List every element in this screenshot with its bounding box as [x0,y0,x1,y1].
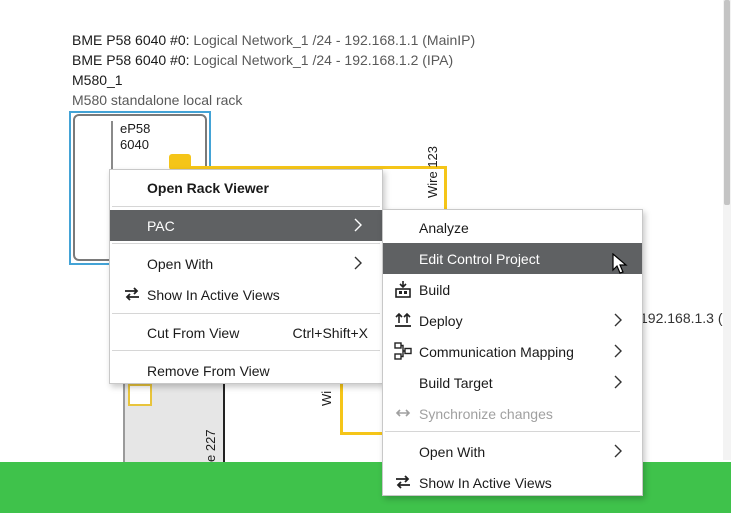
chevron-right-icon [614,313,622,327]
submenu-item-open-with[interactable]: Open With [383,436,642,467]
menu-item-label: Open With [147,255,214,272]
menu-separator [112,243,380,244]
menu-item-label: Open With [419,443,486,460]
chevron-right-icon [614,344,622,358]
menu-item-shortcut: Ctrl+Shift+X [292,324,368,341]
chevron-right-icon [614,375,622,389]
build-icon [395,281,411,298]
ip-line-ipa: BME P58 6040 #0: Logical Network_1 /24 -… [72,52,453,68]
menu-separator [112,206,380,207]
menu-item-pac[interactable]: PAC [110,210,382,241]
scrollbar-thumb[interactable] [724,0,730,205]
context-menu: Open Rack Viewer PAC Open With Show In A… [109,169,383,384]
ip-line-main-sep: - [331,32,345,48]
menu-separator [112,350,380,351]
ip-line-ipa-device: BME P58 6040 #0: [72,52,190,68]
lower-rack-edge [223,383,225,463]
swap-arrows-icon [396,475,410,489]
ip-line-main-network: Logical Network_1 /24 [193,32,332,48]
menu-item-label: Analyze [419,219,469,236]
ip-line-ipa-ip: 192.168.1.2 (IPA) [344,52,454,68]
submenu-item-build[interactable]: Build [383,274,642,305]
ip-line-ipa-network: Logical Network_1 /24 [193,52,332,68]
menu-item-remove-from-view[interactable]: Remove From View [110,355,382,386]
menu-item-label: Synchronize changes [419,405,553,422]
wire-partial-label: Wi [319,390,334,406]
submenu-item-communication-mapping[interactable]: Communication Mapping [383,336,642,367]
submenu-item-show-in-active-views[interactable]: Show In Active Views [383,467,642,498]
ip-line-ipa-sep: - [331,52,345,68]
menu-item-cut-from-view[interactable]: Cut From View Ctrl+Shift+X [110,317,382,348]
rack-description: M580 standalone local rack [72,92,243,108]
menu-item-label: Open Rack Viewer [147,179,269,196]
menu-item-label: Build [419,281,451,298]
module-label: eP58 6040 [120,121,151,152]
menu-separator [112,313,380,314]
menu-item-label: Communication Mapping [419,343,574,360]
submenu-item-synchronize-changes: Synchronize changes [383,398,642,429]
ip-line-main-device: BME P58 6040 #0: [72,32,190,48]
ethernet-port[interactable] [169,154,191,170]
menu-item-label: Show In Active Views [419,474,552,491]
submenu-item-analyze[interactable]: Analyze [383,212,642,243]
wire-lower-vertical[interactable] [340,384,343,434]
menu-item-label: Edit Control Project [419,250,540,267]
ip-line-main-ip: 192.168.1.1 (MainIP) [344,32,476,48]
menu-item-show-in-active-views[interactable]: Show In Active Views [110,279,382,310]
swap-arrows-icon [125,287,139,301]
deploy-icon [395,312,411,327]
wire-lower-horizontal[interactable] [340,432,384,435]
menu-item-label: Show In Active Views [147,286,280,303]
submenu-item-build-target[interactable]: Build Target [383,367,642,398]
wire-123-vertical[interactable] [444,166,447,212]
wire-227-label: e 227 [203,429,218,462]
chevron-right-icon [354,256,362,270]
communication-mapping-icon [394,342,412,360]
sync-arrows-icon [395,409,411,417]
menu-item-open-rack-viewer[interactable]: Open Rack Viewer [110,172,382,203]
menu-item-label: Deploy [419,312,463,329]
ip-line-main: BME P58 6040 #0: Logical Network_1 /24 -… [72,32,475,48]
pac-submenu: Analyze Edit Control Project Build Deplo… [382,209,643,496]
menu-item-label: PAC [147,217,175,234]
submenu-item-edit-control-project[interactable]: Edit Control Project [383,243,642,274]
mouse-pointer-icon [612,253,628,274]
wire-123-label: Wire 123 [425,145,440,198]
chevron-right-icon [614,444,622,458]
ip-right-label: 192.168.1.3 (IP [640,310,731,326]
submenu-item-deploy[interactable]: Deploy [383,305,642,336]
lower-port[interactable] [128,384,152,406]
menu-item-open-with[interactable]: Open With [110,248,382,279]
menu-item-label: Build Target [419,374,493,391]
menu-separator [385,431,640,432]
chevron-right-icon [354,218,362,232]
rack-name: M580_1 [72,72,123,88]
menu-item-label: Remove From View [147,362,270,379]
menu-item-label: Cut From View [147,324,240,341]
